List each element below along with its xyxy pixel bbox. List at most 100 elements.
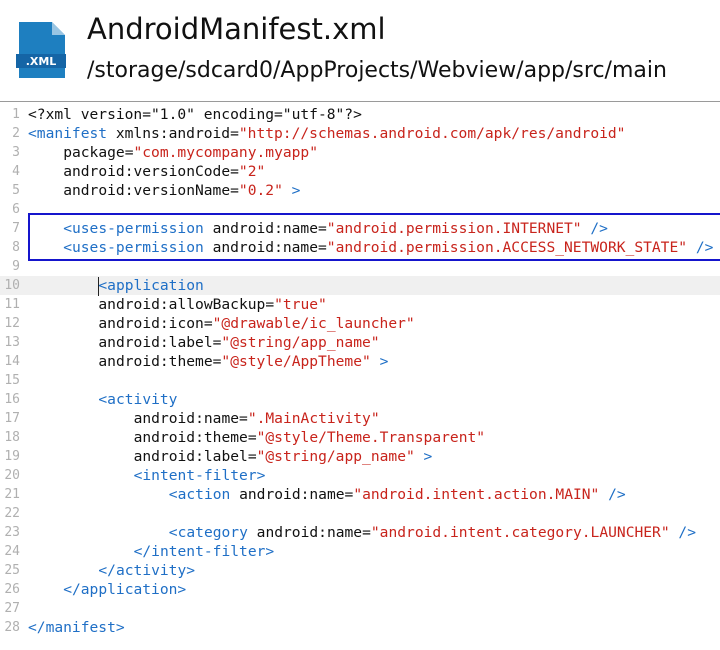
line-number: 27 [4, 601, 20, 616]
attribute-value-token: "android.intent.category.LAUNCHER" [370, 524, 670, 541]
code-line[interactable]: 20 <intent-filter> [0, 466, 720, 485]
code-text: </manifest> [28, 618, 125, 637]
code-line[interactable]: 5 android:versionName="0.2" > [0, 181, 720, 200]
line-number: 25 [4, 563, 20, 578]
code-line[interactable]: 6 [0, 200, 720, 219]
file-path: /storage/sdcard0/AppProjects/Webview/app… [87, 58, 667, 83]
code-line[interactable]: 13 android:label="@string/app_name" [0, 333, 720, 352]
file-header: .XML AndroidManifest.xml /storage/sdcard… [0, 0, 720, 98]
code-line[interactable]: 8 <uses-permission android:name="android.… [0, 238, 720, 257]
line-number: 5 [12, 183, 20, 198]
code-line[interactable]: 15 [0, 371, 720, 390]
code-token: android:name= [247, 524, 371, 541]
code-line[interactable]: 18 android:theme="@style/Theme.Transparen… [0, 428, 720, 447]
code-line[interactable]: 24 </intent-filter> [0, 542, 720, 561]
code-line[interactable]: 19 android:label="@string/app_name" > [0, 447, 720, 466]
attribute-value-token: "android.permission.INTERNET" [326, 220, 582, 237]
code-line[interactable]: 23 <category android:name="android.intent… [0, 523, 720, 542]
code-line[interactable]: 28 </manifest> [0, 618, 720, 637]
code-line[interactable]: 22 [0, 504, 720, 523]
attribute-value-token: "@style/Theme.Transparent" [256, 429, 486, 446]
code-line[interactable]: 7 <uses-permission android:name="android.… [0, 219, 720, 238]
code-line[interactable]: 4 android:versionCode="2" [0, 162, 720, 181]
code-editor[interactable]: 1 <?xml version="1.0" encoding="utf-8"?> 2… [0, 105, 720, 650]
file-name-title: AndroidManifest.xml [87, 12, 386, 46]
line-number: 7 [12, 221, 20, 236]
code-text: <category android:name="android.intent.c… [169, 523, 696, 542]
code-line[interactable]: 25 </activity> [0, 561, 720, 580]
xml-tag-token: </manifest> [28, 619, 125, 636]
code-line[interactable]: 10 <application [0, 276, 720, 295]
xml-file-icon: .XML [16, 22, 66, 78]
line-number: 21 [4, 487, 20, 502]
code-text: </application> [63, 580, 186, 599]
xml-tag-token: /> [599, 486, 626, 503]
line-number: 22 [4, 506, 20, 521]
text-caret [98, 277, 99, 296]
code-line[interactable]: 21 <action android:name="android.intent.a… [0, 485, 720, 504]
code-token: android:versionCode= [63, 163, 239, 180]
code-line[interactable]: 27 [0, 599, 720, 618]
xml-tag-token: <uses-permission [63, 220, 204, 237]
code-text: <application [98, 276, 203, 295]
code-text: <action android:name="android.intent.act… [169, 485, 626, 504]
code-text: package="com.mycompany.myapp" [63, 143, 318, 162]
code-token: <?xml version="1.0" encoding="utf-8"?> [28, 106, 362, 123]
code-line[interactable]: 11 android:allowBackup="true" [0, 295, 720, 314]
code-token: android:name= [203, 239, 327, 256]
attribute-value-token: ".MainActivity" [247, 410, 380, 427]
line-number: 10 [4, 278, 20, 293]
code-text: android:label="@string/app_name" [98, 333, 379, 352]
code-line[interactable]: 9 [0, 257, 720, 276]
code-line[interactable]: 3 package="com.mycompany.myapp" [0, 143, 720, 162]
xml-tag-token: /> [581, 220, 608, 237]
attribute-value-token: "true" [274, 296, 327, 313]
line-number: 24 [4, 544, 20, 559]
code-line[interactable]: 16 <activity [0, 390, 720, 409]
line-number: 15 [4, 373, 20, 388]
line-number: 4 [12, 164, 20, 179]
code-line[interactable]: 17 android:name=".MainActivity" [0, 409, 720, 428]
code-token: xmlns:android= [107, 125, 239, 142]
attribute-value-token: "android.permission.ACCESS_NETWORK_STATE… [326, 239, 688, 256]
code-text: android:theme="@style/AppTheme" > [98, 352, 388, 371]
code-line[interactable]: 14 android:theme="@style/AppTheme" > [0, 352, 720, 371]
line-number: 1 [12, 107, 20, 122]
xml-tag-token: <activity [98, 391, 178, 408]
xml-tag-token: > [282, 182, 301, 199]
xml-tag-token: > [370, 353, 389, 370]
file-icon-label: .XML [26, 55, 57, 68]
xml-tag-token: <manifest [28, 125, 108, 142]
attribute-value-token: "@string/app_name" [256, 448, 415, 465]
header-divider [0, 101, 720, 102]
line-number: 23 [4, 525, 20, 540]
code-token: android:name= [133, 410, 248, 427]
xml-tag-token: > [414, 448, 433, 465]
line-number: 26 [4, 582, 20, 597]
code-text: android:label="@string/app_name" > [134, 447, 433, 466]
code-line[interactable]: 2 <manifest xmlns:android="http://schemas… [0, 124, 720, 143]
code-token: android:label= [133, 448, 257, 465]
line-number: 18 [4, 430, 20, 445]
code-token: android:allowBackup= [98, 296, 275, 313]
attribute-value-token: "com.mycompany.myapp" [133, 144, 318, 161]
code-text: <uses-permission android:name="android.p… [63, 219, 608, 238]
attribute-value-token: "@string/app_name" [221, 334, 380, 351]
code-line[interactable]: 12 android:icon="@drawable/ic_launcher" [0, 314, 720, 333]
code-text: <uses-permission android:name="android.p… [63, 238, 713, 257]
code-token: android:theme= [98, 353, 222, 370]
code-text: <manifest xmlns:android="http://schemas.… [28, 124, 625, 143]
xml-tag-token: <uses-permission [63, 239, 204, 256]
xml-tag-token: </intent-filter> [133, 543, 275, 560]
line-number: 28 [4, 620, 20, 635]
code-line[interactable]: 26 </application> [0, 580, 720, 599]
attribute-value-token: "0.2" [238, 182, 283, 199]
line-number: 14 [4, 354, 20, 369]
line-number: 3 [12, 145, 20, 160]
line-number: 13 [4, 335, 20, 350]
code-text: android:versionCode="2" [63, 162, 265, 181]
attribute-value-token: "android.intent.action.MAIN" [353, 486, 600, 503]
code-text: <intent-filter> [134, 466, 266, 485]
line-number: 9 [12, 259, 20, 274]
code-line[interactable]: 1 <?xml version="1.0" encoding="utf-8"?> [0, 105, 720, 124]
